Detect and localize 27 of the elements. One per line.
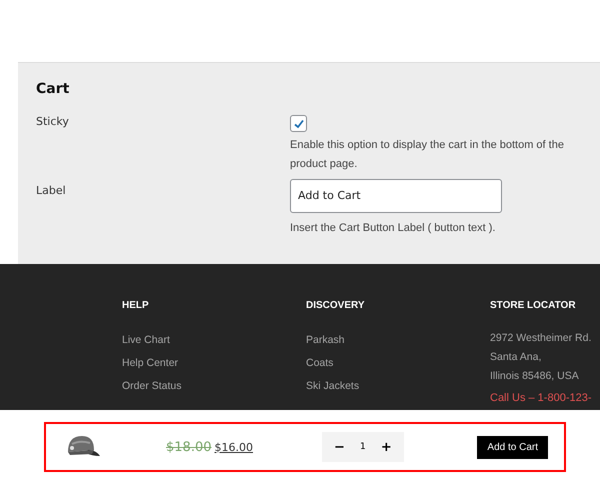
help-text: Enable this option to display the cart in the bottom of the product page. [290, 138, 565, 172]
price: $16.00 [214, 440, 253, 454]
address-line: Illinois 85486, USA [490, 369, 580, 384]
setting-label: Label [36, 184, 67, 199]
setting-label: Sticky [36, 115, 70, 130]
address-line: Santa Ana, [490, 350, 542, 365]
footer-link[interactable]: Live Chart [122, 329, 306, 352]
label-input-field[interactable]: Add to Cart [290, 178, 502, 212]
phone-link[interactable]: Call Us – 1-800-123- [490, 386, 600, 410]
section-title: Cart [36, 81, 70, 97]
footer-link[interactable]: Order Status [122, 375, 306, 398]
footer-link[interactable]: Coats [306, 352, 490, 375]
checkmark-icon [292, 118, 304, 130]
old-price: $18.00 [166, 440, 212, 454]
footer-heading: HELP [122, 300, 150, 311]
footer-link[interactable]: Help Center [122, 352, 306, 375]
add-to-cart-button[interactable]: Add to Cart [477, 436, 548, 458]
help-text: Insert the Cart Button Label ( button text ). [290, 220, 496, 236]
quantity-value: 1 [359, 442, 367, 452]
checkbox[interactable] [290, 115, 307, 132]
footer-heading: STORE LOCATOR [490, 300, 577, 311]
minus-button[interactable]: − [330, 440, 349, 454]
footer-link[interactable]: Ski Jackets [306, 375, 490, 398]
address-line: 2972 Westheimer Rd. [490, 331, 592, 346]
footer-heading: DISCOVERY [306, 300, 366, 311]
plus-button[interactable]: + [376, 440, 396, 454]
footer-link[interactable]: Parkash [306, 329, 490, 352]
